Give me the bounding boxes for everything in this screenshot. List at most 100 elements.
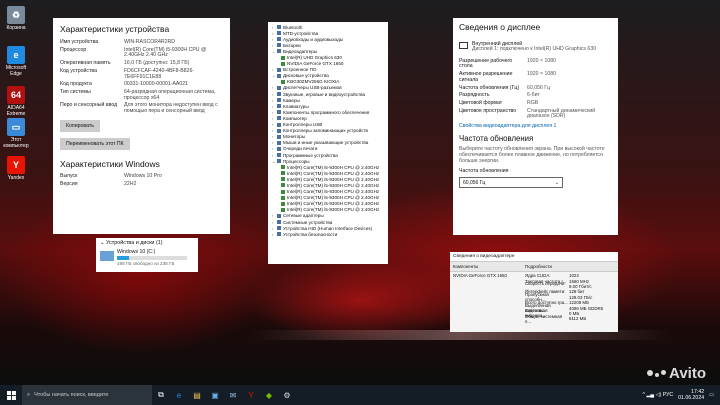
chevron-right-icon[interactable]: › — [272, 37, 276, 42]
chevron-down-icon[interactable]: ⌄ — [272, 49, 276, 54]
device-item[interactable]: Intel(R) Core(TM) i5-9300H CPU @ 2.40GHz — [272, 170, 384, 176]
chevron-right-icon[interactable]: › — [272, 220, 276, 225]
monitor-entry: Внутренний дисплей Дисплей 1: подключено… — [459, 41, 612, 53]
spec-key: Код продукта — [60, 81, 92, 88]
device-icon — [277, 31, 281, 36]
spec-value: 16,0 ГБ (доступно: 15,8 ГБ) — [124, 60, 190, 67]
device-icon — [277, 25, 281, 30]
notifications-icon[interactable]: ▭ — [709, 392, 714, 398]
device-category[interactable]: › Мыши и иные указывающие устройства — [272, 140, 384, 146]
chevron-right-icon[interactable]: › — [272, 31, 276, 36]
chevron-right-icon[interactable]: › — [272, 116, 276, 121]
device-label: Аудиовходы и аудиовыходы — [283, 36, 344, 42]
chevron-right-icon[interactable]: › — [272, 153, 276, 158]
device-icon — [281, 55, 285, 60]
desktop-icon-aida64[interactable]: 64 AIDA64 Extreme — [2, 86, 30, 117]
settings-icon[interactable]: ⚙ — [278, 385, 296, 405]
device-label: NVIDIA GeForce GTX 1650 — [287, 61, 344, 67]
device-icon — [277, 104, 281, 109]
chevron-down-icon[interactable]: ⌄ — [272, 159, 276, 164]
device-label: Камеры — [283, 97, 300, 103]
mail-icon[interactable]: ✉ — [224, 385, 242, 405]
chevron-right-icon[interactable]: › — [272, 104, 276, 109]
network-icon[interactable]: ▂▄ — [646, 392, 654, 398]
desktop-icon-label: AIDA64 Extreme — [6, 105, 26, 117]
desktop-icon-yandex[interactable]: Y Yandex — [2, 156, 30, 181]
desktop-icon-recycle-bin[interactable]: ♻ Корзина — [2, 6, 30, 31]
drive-usage-fill — [117, 256, 129, 260]
chevron-right-icon[interactable]: › — [272, 110, 276, 115]
chevron-right-icon[interactable]: › — [272, 25, 276, 30]
adapter-properties-link[interactable]: Свойства видеоадаптера для дисплея 1 — [459, 123, 612, 129]
drives-heading[interactable]: ⌄ Устройства и диски (1) — [100, 240, 194, 246]
chevron-right-icon[interactable]: › — [272, 128, 276, 133]
device-label: Диспетчеры USB-разъемов — [283, 85, 342, 91]
device-item[interactable]: Intel(R) Core(TM) i5-9300H CPU @ 2.40GHz — [272, 207, 384, 213]
refresh-rate-select[interactable]: 60,056 Гц ⌄ — [459, 177, 563, 189]
spec-key: Разрешение рабочего стола — [459, 57, 513, 70]
taskbar-search-input[interactable]: ⌕ Чтобы начать поиск, введите — [22, 385, 152, 405]
spec-key: Перо и сенсорный ввод — [60, 102, 118, 109]
chevron-right-icon[interactable]: › — [272, 85, 276, 90]
chevron-down-icon[interactable]: ⌄ — [272, 73, 276, 78]
device-item[interactable]: Intel(R) Core(TM) i5-9300H CPU @ 2.40GHz — [272, 176, 384, 182]
search-icon: ⌕ — [27, 391, 31, 398]
store-icon[interactable]: ▣ — [206, 385, 224, 405]
device-category[interactable]: › Компоненты программного обеспечения — [272, 109, 384, 115]
clock[interactable]: 17:42 01.06.2024 — [678, 389, 704, 402]
rename-pc-button[interactable]: Переименовать этот ПК — [60, 137, 130, 150]
device-item[interactable]: Intel(R) Core(TM) i5-9300H CPU @ 2.40GHz — [272, 195, 384, 201]
device-item[interactable]: Intel(R) Core(TM) i5-9300H CPU @ 2.40GHz — [272, 164, 384, 170]
start-button[interactable] — [0, 385, 22, 405]
spec-key: Версия — [60, 180, 78, 187]
desktop-icon-label: Корзина — [6, 25, 26, 31]
device-item[interactable]: Intel(R) Core(TM) i5-9300H CPU @ 2.40GHz — [272, 182, 384, 188]
chevron-right-icon[interactable]: › — [272, 232, 276, 237]
chevron-right-icon[interactable]: › — [272, 67, 276, 72]
edge-icon[interactable]: e — [170, 385, 188, 405]
chevron-right-icon[interactable]: › — [272, 140, 276, 145]
chevron-right-icon[interactable]: › — [272, 134, 276, 139]
device-item[interactable]: Intel(R) Core(TM) i5-9300H CPU @ 2.40GHz — [272, 201, 384, 207]
task-view-icon[interactable]: ⧉ — [152, 385, 170, 405]
device-icon — [277, 232, 281, 237]
chevron-right-icon[interactable]: › — [272, 146, 276, 151]
device-category[interactable]: › Контроллеры запоминающих устройств — [272, 128, 384, 134]
spec-value: 60,056 Гц — [527, 84, 551, 91]
explorer-icon[interactable]: ▤ — [188, 385, 206, 405]
video-adapter-device[interactable]: NVIDIA GeForce GTX 1650 — [453, 273, 525, 322]
copy-button[interactable]: Копировать — [60, 119, 100, 132]
drive-c[interactable]: Windows 10 (C:) 198 ГБ свободно из 238 Г… — [100, 249, 194, 266]
spec-key: Оперативная память — [60, 60, 111, 67]
device-category[interactable]: › Устройства HID (Human Interface Devices… — [272, 225, 384, 231]
device-label: Звуковые, игровые и видеоустройства — [283, 91, 366, 97]
desktop-icon-computer[interactable]: ▭ Этот компьютер — [2, 118, 30, 149]
device-label: Клавиатуры — [283, 103, 309, 109]
spec-value: 64-разрядная операционная система, проце… — [124, 89, 216, 101]
chevron-right-icon[interactable]: › — [272, 98, 276, 103]
device-icon — [277, 159, 281, 164]
chevron-right-icon[interactable]: › — [272, 43, 276, 48]
device-icon — [277, 85, 281, 90]
drive-usage-bar — [117, 256, 187, 260]
yandex-icon[interactable]: Y — [242, 385, 260, 405]
windows-logo-icon — [6, 390, 16, 400]
monitor-connection: Дисплей 1: подключено к Intel(R) UHD Gra… — [472, 46, 597, 52]
language-indicator[interactable]: РУС — [663, 392, 673, 398]
nvidia-icon[interactable]: ◆ — [260, 385, 278, 405]
spec-row: Цветовой формат RGB — [459, 100, 612, 107]
volume-icon[interactable]: ◁) — [656, 392, 662, 398]
chevron-right-icon[interactable]: › — [272, 122, 276, 127]
chevron-right-icon[interactable]: › — [272, 226, 276, 231]
chevron-right-icon[interactable]: › — [272, 213, 276, 218]
chevron-right-icon[interactable]: › — [272, 92, 276, 97]
system-tray: ^ ▂▄ ◁) РУС 17:42 01.06.2024 ▭ — [643, 389, 720, 402]
device-item[interactable]: Intel(R) Core(TM) i5-9300H CPU @ 2.40GHz — [272, 189, 384, 195]
gpu-detail-row: Скорость передачи ... 8.00 Гбит/с — [525, 281, 603, 291]
device-category[interactable]: › Устройства безопасности — [272, 231, 384, 237]
chevron-up-icon[interactable]: ^ — [643, 392, 645, 398]
desktop-icon-label: Этот компьютер — [3, 137, 29, 149]
spec-value: 6-бит — [527, 92, 540, 99]
desktop-icon-edge[interactable]: e Microsoft Edge — [2, 46, 30, 77]
recycle-bin-icon: ♻ — [7, 6, 25, 24]
